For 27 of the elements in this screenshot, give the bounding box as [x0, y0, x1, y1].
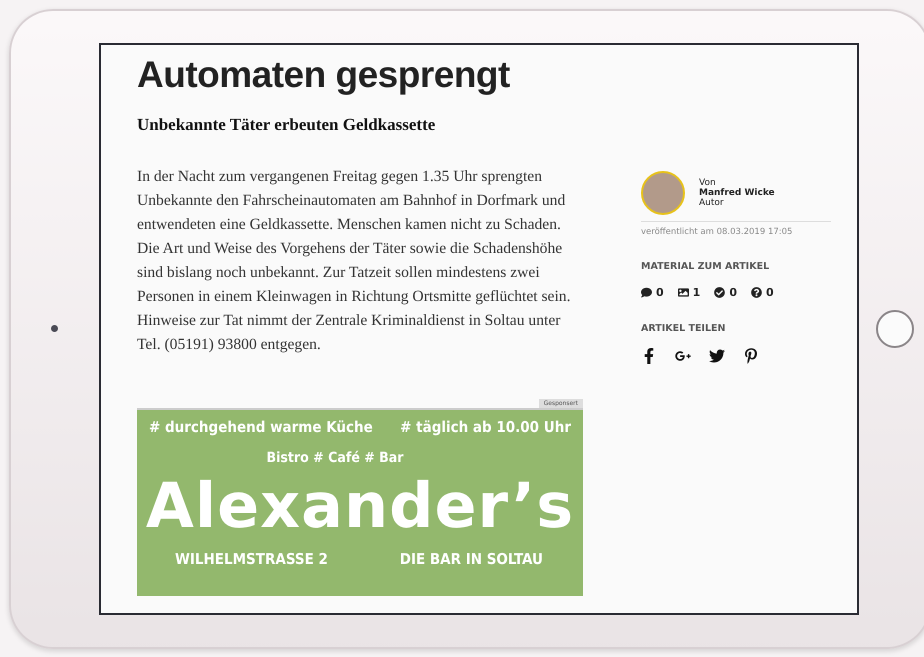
author-avatar [641, 170, 685, 214]
home-button[interactable] [876, 310, 914, 348]
material-count: 1 [692, 286, 700, 298]
section-heading: MATERIAL ZUM ARTIKEL [641, 260, 770, 272]
ad-tagline: # täglich ab 10.00 Uhr [400, 418, 571, 436]
ad-address: WILHELMSTRASSE 2 [175, 550, 328, 568]
pinterest-share-link[interactable] [743, 348, 759, 364]
twitter-share-link[interactable] [709, 348, 725, 364]
ad-tagline: # durchgehend warme Küche [149, 418, 373, 436]
ad-slogan: DIE BAR IN SOLTAU [400, 550, 543, 568]
author-prefix: Von [699, 178, 717, 188]
material-count: 0 [656, 286, 664, 298]
ad-subtitle: Bistro # Café # Bar [266, 450, 404, 466]
author-name: Manfred Wicke [699, 188, 775, 198]
article-subtitle: Unbekannte Täter erbeuten Geldkassette [137, 114, 436, 134]
image-icon [678, 286, 689, 298]
article-title: Automaten gesprengt [137, 52, 511, 96]
comment-icon [641, 286, 652, 298]
camera-icon [50, 325, 58, 332]
ad-brand-name: Alexander’s [146, 468, 574, 544]
material-count: 0 [766, 286, 774, 298]
publish-date: veröffentlicht am 08.03.2019 17:05 [641, 226, 794, 236]
material-count: 0 [729, 286, 737, 298]
author-role: Autor [699, 198, 725, 208]
section-heading: ARTIKEL TEILEN [641, 322, 726, 334]
article-body: In der Nacht zum vergangenen Freitag gegen 1.35 Uhr sprengten Unbekannte den Fahrscheinautomaten am Bahnhof in Dorfmark und entwendeten eine Geldkassette. Menschen kamen nicht zu Schaden. Die Art und Weise des Vorgehens der Täter sowie die Schadenshöhe sind bislang noch unbekannt. Zur Tatzeit sollen mindestens zwei Personen in einem Kleinwagen in Richtung Ortsmitte geflüchtet sein. Hinweise zur Tat nimmt der Zentrale Kriminaldienst in Soltau unter Tel. (05191) 93800 entgegen. [137, 166, 572, 354]
advertisement-banner[interactable]: # durchgehend warme Küche # täglich ab 10.00 Uhr Bistro # Café # Bar Alexander’s WILHELMSTRASSE 2 DIE BAR IN SOLTAU [137, 410, 583, 596]
